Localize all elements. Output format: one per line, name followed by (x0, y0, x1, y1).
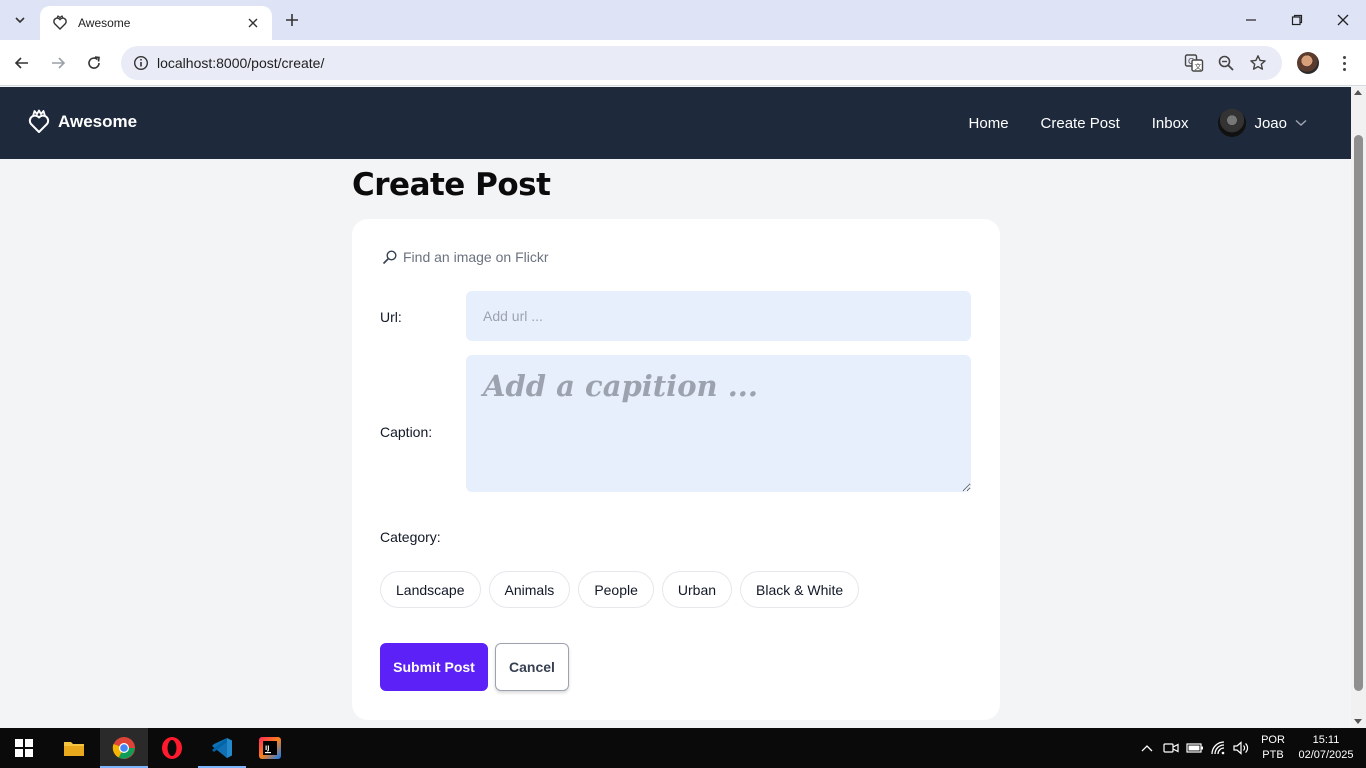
chevron-down-icon (1295, 114, 1307, 132)
minimize-icon[interactable] (1236, 6, 1266, 34)
wifi-icon[interactable] (1210, 739, 1228, 757)
windows-taskbar: IJ POR PTB 15:11 02/07/2025 (0, 728, 1366, 768)
scroll-down-arrow-icon[interactable] (1354, 719, 1362, 724)
input-language-indicator[interactable]: POR PTB (1256, 733, 1290, 763)
url-text: localhost:8000/post/create/ (157, 55, 325, 71)
category-chip-black-white[interactable]: Black & White (740, 571, 860, 608)
tab-close-icon[interactable] (244, 14, 262, 32)
site-header: Awesome Home Create Post Inbox Joao (0, 87, 1351, 159)
site-nav: Home Create Post Inbox Joao (969, 107, 1307, 139)
battery-icon[interactable] (1186, 739, 1204, 757)
page-title: Create Post (352, 167, 551, 203)
search-icon (382, 249, 398, 265)
caption-label: Caption: (380, 424, 433, 440)
category-label: Category: (380, 529, 441, 545)
browser-profile-avatar[interactable] (1297, 52, 1319, 74)
heart-logo-favicon-icon (52, 15, 68, 31)
intellij-icon[interactable]: IJ (246, 728, 294, 768)
opera-icon[interactable] (148, 728, 196, 768)
nav-create-post-link[interactable]: Create Post (1041, 115, 1120, 132)
page-scrollbar[interactable] (1351, 87, 1366, 728)
close-window-icon[interactable] (1328, 6, 1358, 34)
chrome-taskbar-icon[interactable] (100, 728, 148, 768)
flickr-search-link[interactable]: Find an image on Flickr (382, 249, 549, 265)
clock[interactable]: 15:11 02/07/2025 (1292, 733, 1360, 763)
scroll-up-arrow-icon[interactable] (1354, 90, 1362, 95)
flickr-search-text: Find an image on Flickr (403, 249, 549, 265)
page-viewport: Awesome Home Create Post Inbox Joao Crea… (0, 87, 1351, 728)
volume-icon[interactable] (1233, 739, 1251, 757)
windows-start-icon[interactable] (0, 728, 48, 768)
tab-title: Awesome (78, 16, 131, 30)
address-bar[interactable]: localhost:8000/post/create/ (121, 46, 1282, 80)
clock-time: 15:11 (1312, 734, 1340, 746)
submit-post-button[interactable]: Submit Post (380, 643, 488, 691)
cancel-button[interactable]: Cancel (495, 643, 569, 691)
new-tab-plus-icon[interactable] (280, 8, 304, 32)
reload-icon[interactable] (81, 50, 107, 76)
back-arrow-icon[interactable] (9, 50, 35, 76)
browser-tab[interactable]: Awesome (40, 6, 272, 40)
tab-search-chevron-icon[interactable] (8, 8, 32, 32)
zoom-icon[interactable] (1214, 51, 1238, 75)
user-name: Joao (1254, 114, 1287, 132)
file-explorer-icon[interactable] (50, 728, 98, 768)
nav-home-link[interactable]: Home (969, 115, 1009, 132)
heart-crown-logo-icon (28, 109, 50, 135)
vscode-icon[interactable] (198, 728, 246, 768)
browser-toolbar: localhost:8000/post/create/ G文 (0, 40, 1366, 86)
category-chip-urban[interactable]: Urban (661, 571, 733, 608)
category-list: Landscape Animals People Urban Black & W… (380, 571, 867, 608)
caption-textarea[interactable] (466, 355, 971, 492)
clock-date: 02/07/2025 (1298, 749, 1354, 761)
browser-tab-strip: Awesome (0, 0, 1366, 40)
restore-icon[interactable] (1282, 6, 1312, 34)
bookmark-star-icon[interactable] (1246, 51, 1270, 75)
user-menu[interactable]: Joao (1218, 109, 1307, 137)
category-chip-landscape[interactable]: Landscape (380, 571, 481, 608)
svg-text:IJ: IJ (265, 745, 269, 752)
brand-name: Awesome (58, 112, 138, 131)
browser-menu-kebab-icon[interactable] (1334, 52, 1354, 74)
translate-icon[interactable]: G文 (1182, 51, 1206, 75)
keyboard-layout-code: PTB (1262, 749, 1284, 761)
create-post-form-card: Find an image on Flickr Url: Caption: Ca… (352, 219, 1000, 720)
category-chip-animals[interactable]: Animals (488, 571, 571, 608)
tray-overflow-chevron-icon[interactable] (1138, 739, 1156, 757)
brand-link[interactable]: Awesome (28, 109, 137, 135)
scrollbar-thumb[interactable] (1354, 135, 1363, 691)
nav-inbox-link[interactable]: Inbox (1152, 115, 1189, 132)
url-input[interactable] (466, 291, 971, 341)
site-info-icon[interactable] (131, 53, 151, 73)
user-avatar (1218, 109, 1247, 137)
language-code: POR (1261, 734, 1285, 746)
svg-text:文: 文 (1195, 62, 1202, 71)
forward-arrow-icon[interactable] (45, 50, 71, 76)
category-chip-people[interactable]: People (578, 571, 654, 608)
meet-now-icon[interactable] (1162, 739, 1180, 757)
url-label: Url: (380, 309, 402, 325)
